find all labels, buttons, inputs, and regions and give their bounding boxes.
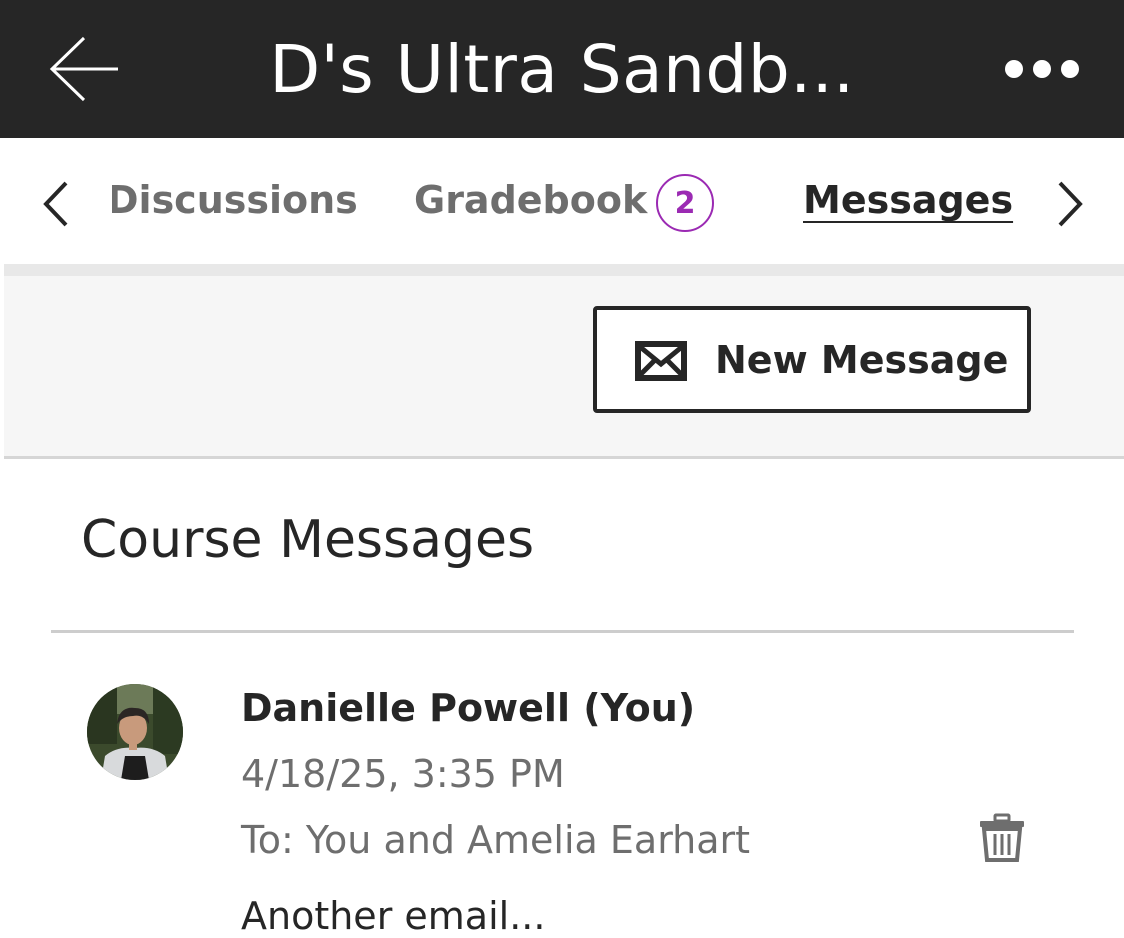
more-options-button[interactable] [992,34,1092,104]
trash-icon [980,813,1024,862]
section-divider [51,630,1074,633]
section-title: Course Messages [81,510,535,570]
tabs-shadow [4,264,1124,276]
tab-discussions-clip: Discussions [112,138,362,264]
course-tabs: Discussions Gradebook 2 Messages [0,138,1124,264]
tab-gradebook[interactable]: Gradebook [414,172,647,228]
message-preview: Another email... [241,894,546,938]
more-horizontal-icon [1005,60,1079,78]
new-message-label: New Message [715,337,1009,382]
new-message-button[interactable]: New Message [593,306,1031,413]
avatar-image [87,684,183,780]
avatar [87,684,183,780]
arrow-left-icon [49,36,118,102]
delete-message-button[interactable] [972,808,1032,868]
tab-discussions[interactable]: Discussions [112,172,358,228]
chevron-right-icon [1058,181,1083,227]
back-button[interactable] [38,26,130,112]
message-date: 4/18/25, 3:35 PM [241,752,565,796]
envelope-icon [635,341,687,381]
app-header: D's Ultra Sandb... [0,0,1124,138]
course-title: D's Ultra Sandb... [269,30,855,108]
chevron-left-icon [43,181,68,227]
message-sender: Danielle Powell (You) [241,686,696,730]
gradebook-badge: 2 [656,174,714,232]
message-recipients: To: You and Amelia Earhart [241,818,751,862]
tab-messages[interactable]: Messages [803,172,1013,228]
tabs-prev-button[interactable] [34,178,78,230]
tabs-next-button[interactable] [1048,178,1092,230]
